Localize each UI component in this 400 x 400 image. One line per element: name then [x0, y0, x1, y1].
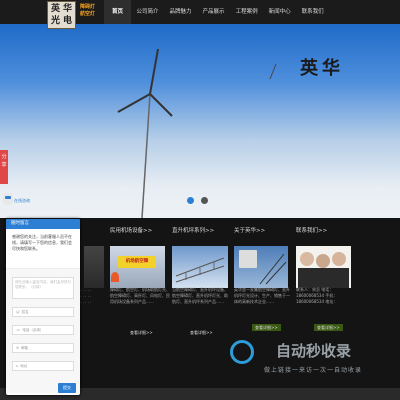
watermark-title: 自动秒收录: [276, 342, 352, 360]
column-title[interactable]: 民用机场设备>>: [110, 222, 152, 240]
column-more-button[interactable]: 查看详细>>: [314, 324, 343, 331]
column-more-link[interactable]: 查看详细>>: [130, 330, 153, 336]
column-image[interactable]: [172, 246, 228, 288]
name-field[interactable]: ☺ 姓名: [12, 307, 74, 317]
helipad-structure-graphic: [175, 257, 225, 283]
airport-sign: 机场航空障: [118, 256, 156, 268]
column-image[interactable]: 机场航空障: [110, 246, 165, 288]
nav-item-cases[interactable]: 工程案例: [230, 0, 263, 24]
logo-char: 光: [50, 16, 60, 26]
watermark: 自动秒收录 做上链接一来访一次一自动收录: [228, 340, 388, 382]
name-field-label: 姓名: [21, 309, 29, 314]
share-tab[interactable]: 分享: [0, 150, 8, 184]
chat-message: 感谢您的关注，当前客服人员不在线，请填写一下您的信息，我们会尽快和您联系。: [6, 229, 80, 269]
nav-item-brand[interactable]: 品牌魅力: [164, 0, 197, 24]
email-field[interactable]: ✉ 邮箱: [12, 343, 74, 353]
column-text: · · · · · · · · · · · · · · ·: [80, 288, 92, 305]
phone-field[interactable]: ☏ 电话（必填）: [12, 325, 74, 335]
column-text: 障碍灯、航空灯、机场助航灯光、航空障碍灯、高杆灯、风电灯、民用机场设备系列产品……: [110, 287, 170, 304]
avatar-bodies: [298, 268, 349, 288]
banner-headline: 英华: [300, 58, 344, 79]
logo-char: 华: [62, 4, 72, 14]
user-icon: ☺: [16, 310, 20, 314]
online-consult-label[interactable]: 在线咨询: [14, 198, 30, 204]
company-logo[interactable]: 英 华 光 电: [47, 1, 76, 29]
watermark-logo-icon: [230, 340, 254, 364]
avatar: [300, 252, 314, 266]
phone-field-label: 电话（必填）: [22, 327, 44, 332]
slider-dot[interactable]: [201, 197, 208, 204]
chat-form: 请在此输入留言内容，我们会尽快与您联系。（必填） ☺ 姓名 ☏ 电话（必填） ✉ 邮箱…: [6, 269, 80, 393]
address-field-label: 地址: [20, 363, 28, 368]
submit-button[interactable]: 提交: [58, 383, 76, 393]
logo-char: 英: [50, 4, 60, 14]
chat-widget: 随时留言 感谢您的关注，当前客服人员不在线，请填写一下您的信息，我们会尽快和您联…: [6, 219, 80, 395]
nav-item-products[interactable]: 产品展示: [197, 0, 230, 24]
column-title[interactable]: 联系我们>>: [296, 222, 327, 240]
hero-banner[interactable]: 英华: [0, 24, 400, 218]
slider-dots: [187, 197, 208, 204]
address-field[interactable]: ⌂ 地址: [12, 361, 74, 371]
bridge-graphic: [259, 253, 287, 285]
avatar: [332, 252, 346, 266]
chat-message-input[interactable]: 请在此输入留言内容，我们会尽快与您联系。（必填）: [12, 277, 74, 299]
nav-item-home[interactable]: 首页: [104, 0, 132, 24]
column-text: 英华是一家集航空障碍灯、直升机坪灯光设计、生产、销售于一体的高新技术企业……: [234, 287, 290, 304]
logo-char: 电: [62, 16, 72, 26]
column-more-link[interactable]: 查看详细>>: [190, 330, 213, 336]
robot-icon[interactable]: [3, 193, 13, 205]
chat-title[interactable]: 随时留言: [6, 219, 80, 229]
column-more-button[interactable]: 查看详细>>: [252, 324, 281, 331]
email-field-label: 邮箱: [20, 345, 28, 350]
column-image[interactable]: [84, 246, 104, 288]
brand-tagline-line: 航空灯: [80, 11, 96, 17]
nav-item-contact[interactable]: 联系我们: [296, 0, 329, 24]
column-text: 当航空障碍灯、直升机坪设备、航空障碍灯、直升机坪灯光、助航灯、直升机坪系列产品……: [172, 287, 228, 304]
watermark-subtitle: 做上链接一来访一次一自动收录: [264, 367, 363, 374]
brand-tagline-line: 障碍灯: [80, 4, 96, 10]
nav-item-news[interactable]: 新闻中心: [263, 0, 296, 24]
column-image[interactable]: [234, 246, 288, 288]
main-nav: 首页 公司简介 品牌魅力 产品展示 工程案例 新闻中心 联系我们: [104, 0, 329, 24]
slider-dot-active[interactable]: [187, 197, 194, 204]
column-image[interactable]: [296, 246, 351, 288]
avatar: [316, 254, 330, 268]
column-text: 联系人：宋总 电话：18600068534 手机：18600068534 地址：: [296, 287, 338, 304]
location-icon: ⌂: [16, 364, 19, 368]
email-icon: ✉: [16, 346, 19, 350]
brand-tagline: 障碍灯 航空灯: [80, 4, 100, 18]
phone-icon: ☏: [16, 328, 21, 332]
obstruction-light-icon: [111, 272, 119, 282]
nav-item-about[interactable]: 公司简介: [131, 0, 164, 24]
column-title[interactable]: 关于英华>>: [234, 222, 265, 240]
column-title[interactable]: 直升机坪系列>>: [172, 222, 214, 240]
